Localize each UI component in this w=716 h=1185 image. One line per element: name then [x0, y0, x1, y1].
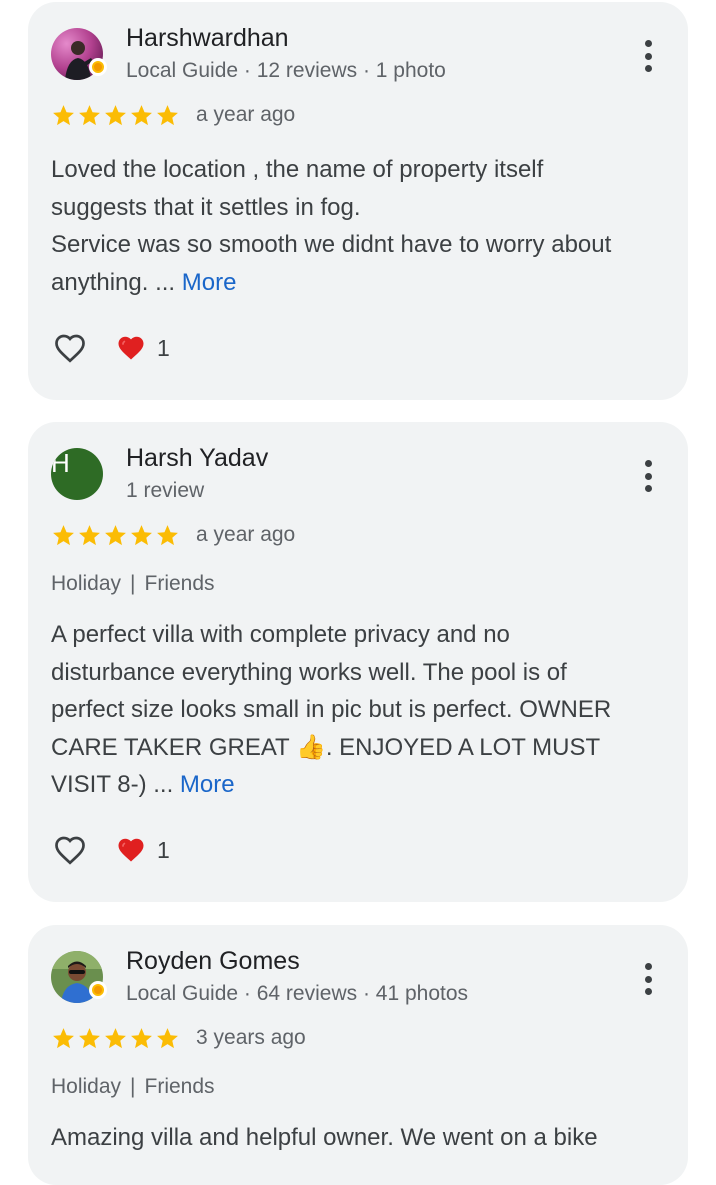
review-text-line: Service was so smooth we didnt have to w…	[51, 231, 612, 258]
review-time: a year ago	[196, 103, 296, 126]
reaction-count[interactable]: 1	[115, 835, 170, 865]
red-heart-icon	[118, 336, 144, 360]
trip-tags: Holiday | Friends	[51, 1075, 215, 1099]
reaction-count-number: 1	[157, 334, 170, 361]
tag-separator: |	[130, 572, 136, 595]
review-text: Amazing villa and helpful owner. We went…	[51, 1119, 671, 1157]
reviewer-meta: Local Guide · 64 reviews · 41 photos	[126, 982, 469, 1005]
more-options-icon[interactable]	[638, 40, 658, 72]
review-text-line: disturbance everything works well. The p…	[51, 658, 567, 686]
rating-row: 3 years ago	[51, 1023, 306, 1053]
review-text-line: perfect size looks small in pic but is p…	[51, 696, 612, 723]
star-icon	[157, 104, 178, 125]
review-text-line: Amazing villa and helpful owner. We went…	[51, 1124, 598, 1151]
trip-tags: Holiday | Friends	[51, 572, 215, 596]
review-text-last-line: anything. ... More	[51, 264, 671, 302]
star-icon	[53, 524, 74, 545]
reviewer-name[interactable]: Harshwardhan	[126, 24, 289, 53]
star-icon	[105, 1027, 126, 1048]
reviewer-avatar[interactable]: H	[51, 448, 103, 500]
reactions-row: 1	[51, 830, 170, 870]
star-icon	[53, 104, 74, 125]
review-text: Loved the location , the name of propert…	[51, 151, 671, 301]
more-link[interactable]: More	[180, 771, 235, 798]
star-icon	[157, 524, 178, 545]
review-text-line: CARE TAKER GREAT 👍. ENJOYED A LOT MUST	[51, 733, 601, 761]
star-icon	[79, 104, 100, 125]
review-text: A perfect villa with complete privacy an…	[51, 616, 671, 804]
star-icon	[79, 524, 100, 545]
star-icon	[105, 524, 126, 545]
review-text-line: A perfect villa with complete privacy an…	[51, 621, 510, 648]
star-icon	[131, 524, 152, 545]
star-icon	[105, 104, 126, 125]
more-link[interactable]: More	[182, 269, 237, 296]
review-time: a year ago	[196, 523, 296, 546]
star-rating	[51, 523, 180, 548]
reactions-row: 1	[51, 328, 170, 368]
heart-outline-icon[interactable]	[51, 832, 89, 868]
review-card: Harshwardhan Local Guide · 12 reviews · …	[28, 2, 688, 400]
review-text-line: Loved the location , the name of propert…	[51, 156, 544, 183]
local-guide-badge-icon	[89, 981, 107, 999]
rating-row: a year ago	[51, 520, 295, 550]
tag-trip-type: Holiday	[51, 1075, 122, 1098]
letter-avatar: H	[51, 448, 103, 500]
review-text-last-line: VISIT 8-) ... More	[51, 766, 671, 804]
star-icon	[131, 104, 152, 125]
review-card: H Harsh Yadav 1 review a year ago Holida…	[28, 422, 688, 902]
review-time: 3 years ago	[196, 1026, 306, 1049]
more-options-icon[interactable]	[638, 963, 658, 995]
reviewer-meta: 1 review	[126, 479, 205, 502]
more-options-icon[interactable]	[638, 460, 658, 492]
tag-separator: |	[130, 1075, 136, 1098]
reaction-count[interactable]: 1	[115, 333, 170, 363]
star-rating	[51, 1026, 180, 1051]
tag-travel-group: Friends	[144, 1075, 215, 1098]
star-icon	[131, 1027, 152, 1048]
star-icon	[79, 1027, 100, 1048]
star-icon	[53, 1027, 74, 1048]
star-icon	[157, 1027, 178, 1048]
heart-outline-icon[interactable]	[51, 330, 89, 366]
review-text-line: VISIT 8-) ...	[51, 771, 180, 798]
review-text-line: suggests that it settles in fog.	[51, 193, 361, 221]
reviewer-name[interactable]: Royden Gomes	[126, 947, 300, 976]
reviewer-meta: Local Guide · 12 reviews · 1 photo	[126, 59, 446, 82]
review-text-line: anything. ...	[51, 268, 182, 296]
reviewer-avatar[interactable]	[51, 951, 107, 1003]
reviewer-avatar[interactable]	[51, 28, 107, 80]
tag-trip-type: Holiday	[51, 572, 122, 595]
reaction-count-number: 1	[157, 836, 170, 863]
rating-row: a year ago	[51, 100, 295, 130]
tag-travel-group: Friends	[144, 572, 215, 595]
review-card: Royden Gomes Local Guide · 64 reviews · …	[28, 925, 688, 1185]
star-rating	[51, 103, 180, 128]
red-heart-icon	[118, 838, 144, 862]
reviewer-name[interactable]: Harsh Yadav	[126, 444, 268, 473]
local-guide-badge-icon	[89, 58, 107, 76]
